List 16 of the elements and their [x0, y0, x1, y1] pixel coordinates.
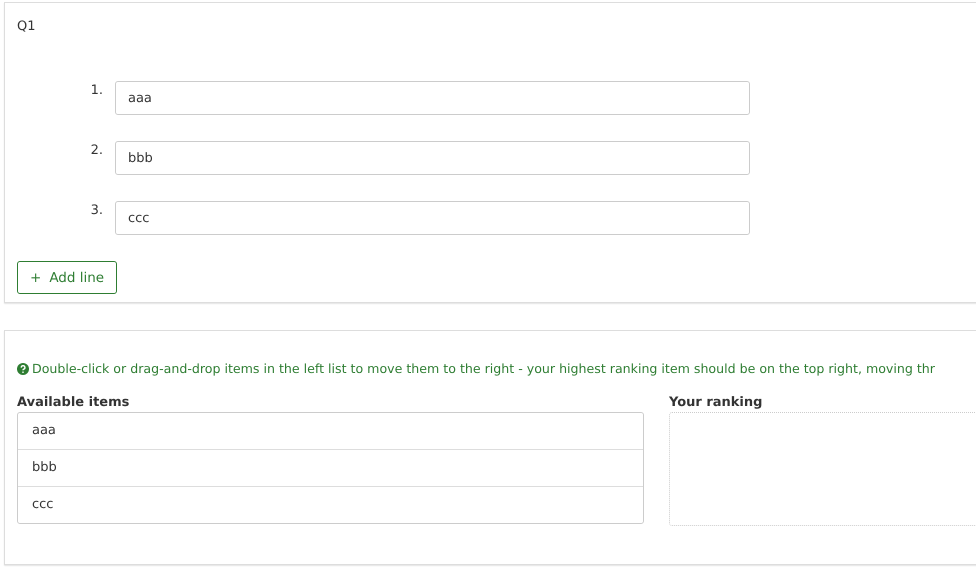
available-items-heading: Available items: [17, 395, 130, 410]
ranking-heading: Your ranking: [669, 395, 764, 410]
add-line-button[interactable]: + Add line: [17, 261, 118, 294]
available-item[interactable]: ccc: [18, 486, 643, 523]
answer-field[interactable]: ccc: [115, 201, 750, 235]
ranking-drop-area[interactable]: [669, 412, 976, 526]
available-item[interactable]: aaa: [18, 413, 643, 449]
answer-field[interactable]: bbb: [115, 141, 750, 175]
line-number: 1.: [90, 82, 104, 98]
help-icon: [17, 362, 29, 374]
question-title: Q1: [17, 19, 36, 34]
answer-field[interactable]: aaa: [115, 81, 750, 115]
available-item[interactable]: bbb: [18, 449, 643, 486]
instruction-text: Double-click or drag-and-drop items in the left list to move them to the right - your highest ranking item should be on the top right, moving thr: [32, 361, 935, 376]
line-number: 3.: [90, 202, 104, 218]
line-number: 2.: [90, 142, 104, 158]
